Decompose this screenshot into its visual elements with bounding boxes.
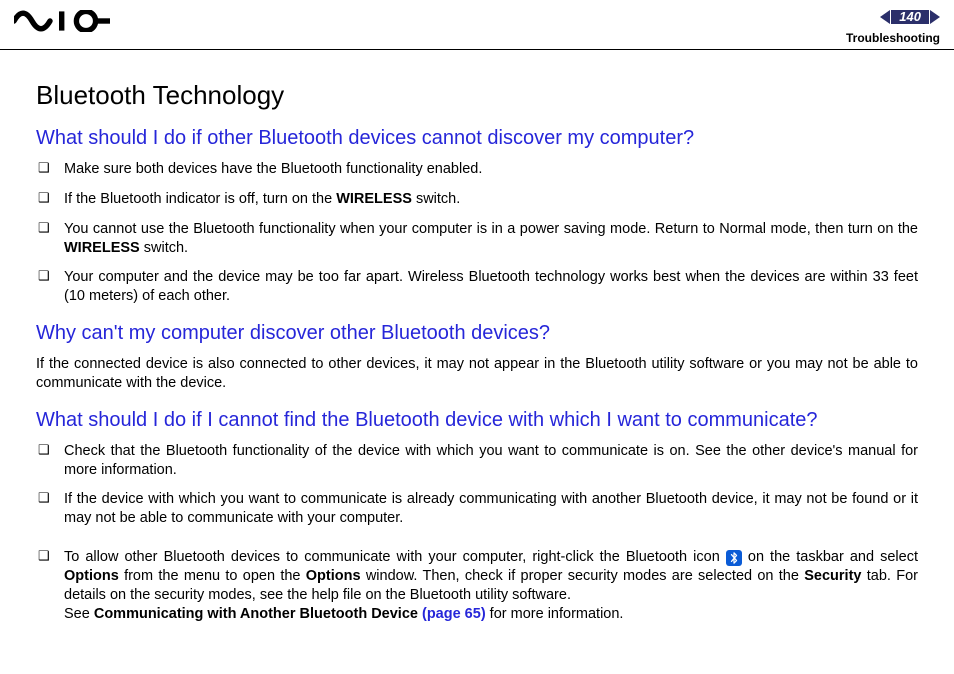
section-label[interactable]: Troubleshooting — [846, 31, 940, 45]
vaio-logo — [14, 10, 110, 32]
list-item: Check that the Bluetooth functionality o… — [36, 442, 918, 480]
list-item: To allow other Bluetooth devices to comm… — [36, 548, 918, 623]
page-header: 140 Troubleshooting — [0, 0, 954, 50]
list-item: You cannot use the Bluetooth functionali… — [36, 220, 918, 258]
question-3-heading[interactable]: What should I do if I cannot find the Bl… — [36, 409, 918, 432]
question-2-paragraph: If the connected device is also connecte… — [36, 355, 918, 393]
page-65-link[interactable]: (page 65) — [422, 606, 486, 622]
page-title: Bluetooth Technology — [36, 80, 918, 111]
page-number: 140 — [891, 10, 929, 24]
question-2-heading[interactable]: Why can't my computer discover other Blu… — [36, 322, 918, 345]
page-number-badge[interactable]: 140 — [880, 10, 940, 24]
question-3-list: Check that the Bluetooth functionality o… — [36, 442, 918, 624]
list-item: Make sure both devices have the Bluetoot… — [36, 160, 918, 179]
list-item: If the Bluetooth indicator is off, turn … — [36, 190, 918, 209]
next-page-arrow-icon[interactable] — [930, 10, 940, 24]
list-item: If the device with which you want to com… — [36, 490, 918, 528]
header-right: 140 Troubleshooting — [846, 10, 940, 45]
question-1-list: Make sure both devices have the Bluetoot… — [36, 160, 918, 306]
bluetooth-icon — [726, 550, 742, 566]
question-1-heading[interactable]: What should I do if other Bluetooth devi… — [36, 127, 918, 150]
list-item: Your computer and the device may be too … — [36, 268, 918, 306]
prev-page-arrow-icon[interactable] — [880, 10, 890, 24]
page-content: Bluetooth Technology What should I do if… — [0, 50, 954, 645]
